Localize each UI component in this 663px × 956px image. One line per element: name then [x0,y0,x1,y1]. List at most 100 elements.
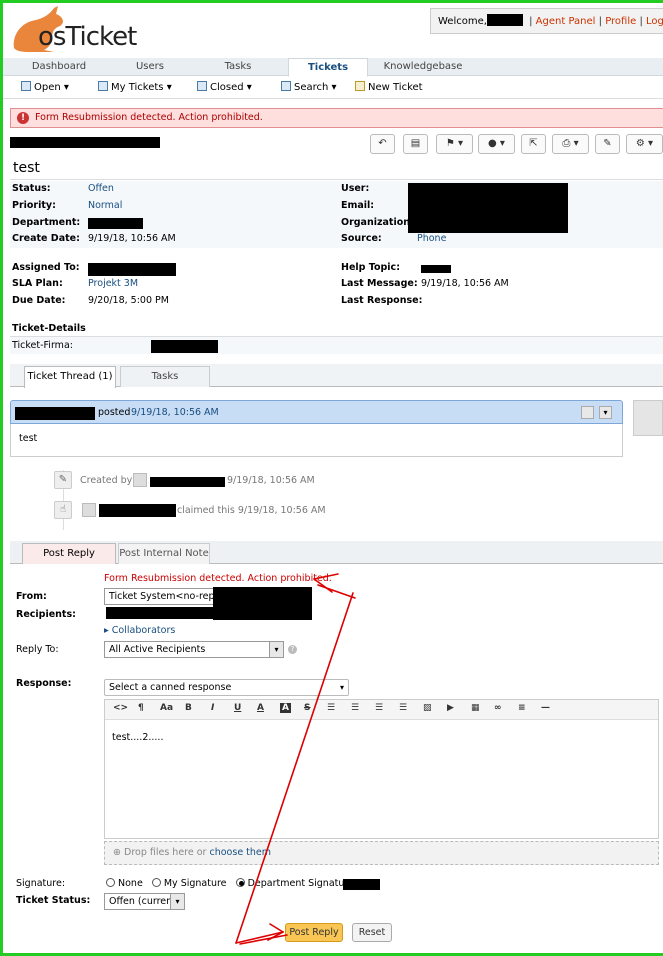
font-size-icon[interactable]: Aa [160,703,173,713]
subnav-my-tickets[interactable]: My Tickets ▾ [98,81,172,93]
logo-text: osTicket [38,22,137,52]
tab-post-reply[interactable]: Post Reply [22,543,116,565]
radio-icon [106,878,115,887]
from-label: From: [16,591,47,602]
due-date-label: Due Date: [12,295,66,306]
paragraph-icon[interactable]: ¶ [138,703,144,713]
link-icon[interactable]: ∞ [494,703,502,713]
canned-response-select[interactable]: Select a canned response ▾ [104,679,349,696]
flag-dropdown[interactable]: ⚑ ▾ [436,134,473,154]
chevron-down-icon[interactable]: ▾ [599,406,612,419]
image-icon[interactable]: ▨ [423,703,432,713]
ost-logo[interactable]: osTicket [8,4,153,54]
tab-post-internal-note[interactable]: Post Internal Note [118,543,210,564]
more-dropdown[interactable]: ⚙ ▾ [626,134,663,154]
from-select[interactable]: Ticket System<no-reply@ [104,588,214,605]
assign-dropdown[interactable]: ● ▾ [478,134,515,154]
search-icon [281,81,291,91]
post-reply-button[interactable]: Post Reply [285,923,343,942]
subnav-closed[interactable]: Closed ▾ [197,81,252,93]
separator: | [598,16,602,27]
tab-ticket-thread[interactable]: Ticket Thread (1) [24,366,116,388]
nav-tab-users[interactable]: Users [107,58,193,76]
nav-tab-tickets[interactable]: Tickets [288,58,368,77]
tab-tasks[interactable]: Tasks [120,366,210,387]
ticket-status-label: Ticket Status: [16,895,91,906]
user-icon: ● ▾ [488,138,505,149]
nav-tab-knowledgebase[interactable]: Knowledgebase [373,58,473,76]
subnav-new-ticket[interactable]: New Ticket [355,81,423,93]
error-icon: ! [17,112,29,124]
html-icon[interactable]: <> [113,703,128,713]
ticket-firma-label: Ticket-Firma: [12,340,73,351]
response-editor[interactable]: <> ¶ Aa B I U A A S ☰ ☰ ☰ ☰ ▨ ▶ ▦ ∞ ≡ — … [104,699,659,839]
subnav-search[interactable]: Search ▾ [281,81,337,93]
new-ticket-icon [355,81,365,91]
agent-panel-link[interactable]: Agent Panel [536,16,596,27]
created-date: 9/19/18, 10:56 AM [227,475,315,486]
sig-option-my[interactable]: My Signature [151,878,227,889]
highlight-icon[interactable]: A [280,703,291,713]
numbered-list-icon[interactable]: ☰ [351,703,359,713]
printer-icon: ⎙ ▾ [562,138,579,149]
thread-entry-header: posted 9/19/18, 10:56 AM ▾ [10,400,623,424]
print-dropdown[interactable]: ⎙ ▾ [552,134,589,154]
tickets-icon [197,81,207,91]
nav-tab-dashboard[interactable]: Dashboard [11,58,107,76]
collaborators-toggle[interactable]: ▸ Collaborators [104,625,175,636]
flag-icon: ⚑ ▾ [445,138,464,149]
reset-button[interactable]: Reset [352,923,392,942]
outdent-icon[interactable]: ☰ [375,703,383,713]
redacted-assignee [88,263,176,276]
from-value: Ticket System<no-reply@ [109,591,214,602]
font-color-icon[interactable]: A [257,703,264,713]
print-doc-button[interactable]: ▤ [403,134,428,154]
table-icon[interactable]: ▦ [471,703,480,713]
transfer-button[interactable]: ⇱ [521,134,546,154]
redacted-poster [15,407,95,420]
nav-tab-tasks[interactable]: Tasks [193,58,283,76]
redacted-ticket-number [10,137,160,148]
italic-icon[interactable]: I [211,703,214,713]
redacted-creator [150,477,225,487]
redacted-firma [151,340,218,353]
subnav-open[interactable]: Open ▾ [21,81,69,93]
help-icon[interactable]: ? [288,645,297,654]
video-icon[interactable]: ▶ [447,703,454,713]
indent-icon[interactable]: ☰ [399,703,407,713]
signature-options: None My Signature Department Signature [106,878,354,889]
sig-option-none[interactable]: None [106,878,143,889]
ticket-details-block [10,337,663,354]
strikethrough-icon[interactable]: S [304,703,310,713]
sig-option-department[interactable]: Department Signature [235,878,354,889]
ticket-status-select[interactable]: Offen (current) ▾ [104,893,185,910]
sig-option-label: None [118,878,143,889]
bullet-list-icon[interactable]: ☰ [327,703,335,713]
user-links: Welcome, | Agent Panel | Profile | Log O… [430,8,663,34]
welcome-text: Welcome, [438,16,487,27]
profile-link[interactable]: Profile [605,16,636,27]
drop-text: Drop files here or [124,847,207,858]
avatar [82,503,96,517]
editor-toolbar: <> ¶ Aa B I U A A S ☰ ☰ ☰ ☰ ▨ ▶ ▦ ∞ ≡ — [105,700,658,720]
attachment-dropzone[interactable]: ⊕ Drop files here or choose them [104,841,659,865]
horizontal-rule-icon[interactable]: — [541,703,550,713]
logout-link[interactable]: Log Out [646,16,663,27]
redacted-from-address [213,587,312,620]
redacted-help-topic [421,265,451,273]
choose-files-link[interactable]: choose them [210,847,272,858]
bold-icon[interactable]: B [185,703,192,713]
underline-icon[interactable]: U [234,703,241,713]
tickets-icon [98,81,108,91]
edit-button[interactable]: ✎ [595,134,620,154]
reply-back-button[interactable]: ↶ [370,134,395,154]
align-icon[interactable]: ≡ [518,703,526,713]
user-icon[interactable] [581,406,594,419]
reply-to-select[interactable]: All Active Recipients ▾ [104,641,284,658]
redacted-department [88,218,143,229]
sla-plan-label: SLA Plan: [12,278,63,289]
subnav-label: New Ticket [368,82,423,93]
avatar [633,400,663,436]
chevron-down-icon: ▾ [269,642,283,657]
redacted-claimer [99,504,176,517]
